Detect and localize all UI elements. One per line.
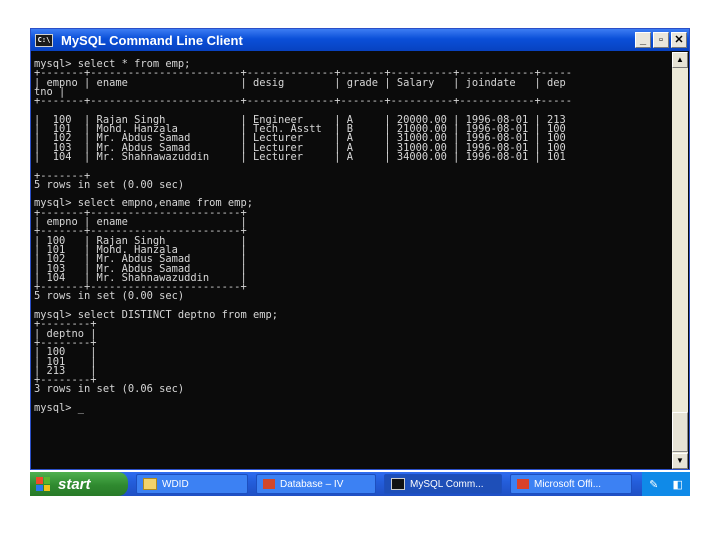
maximize-button[interactable]: ▫ bbox=[653, 32, 669, 48]
network-icon[interactable]: ✎ bbox=[649, 478, 658, 491]
console-icon bbox=[391, 478, 405, 490]
console-line: | 213 | bbox=[34, 364, 97, 377]
task-label: Database – IV bbox=[280, 478, 344, 490]
mysql-window: C:\ MySQL Command Line Client _ ▫ ✕ mysq… bbox=[30, 28, 690, 470]
task-mysql-client[interactable]: MySQL Comm... bbox=[384, 474, 502, 494]
task-microsoft-office[interactable]: Microsoft Offi... bbox=[510, 474, 632, 494]
folder-icon bbox=[143, 478, 157, 490]
task-label: Microsoft Offi... bbox=[534, 478, 602, 490]
task-wdid[interactable]: WDID bbox=[136, 474, 248, 494]
task-label: MySQL Comm... bbox=[410, 478, 484, 490]
window-title: MySQL Command Line Client bbox=[61, 32, 243, 48]
task-label: WDID bbox=[162, 478, 189, 490]
start-label: start bbox=[58, 475, 91, 493]
console-line: | deptno | bbox=[34, 327, 97, 340]
scroll-up-arrow-icon[interactable]: ▲ bbox=[672, 52, 688, 68]
console-line: +-------+------------------------+------… bbox=[34, 95, 572, 108]
console-line: | 101 | bbox=[34, 355, 97, 368]
console-line: 3 rows in set (0.06 sec) bbox=[34, 383, 185, 396]
console-line: | 104 | Mr. Shahnawazuddin | Lecturer | … bbox=[34, 150, 566, 163]
console-line: | empno | ename | desig | grade | Salary… bbox=[34, 76, 566, 89]
title-bar[interactable]: C:\ MySQL Command Line Client _ ▫ ✕ bbox=[31, 29, 689, 51]
scroll-thumb[interactable] bbox=[672, 412, 688, 452]
powerpoint-icon bbox=[263, 479, 275, 489]
windows-flag-icon bbox=[36, 477, 50, 491]
console-line: mysql> select DISTINCT deptno from emp; bbox=[34, 309, 278, 322]
console-line: +--------+ bbox=[34, 336, 97, 349]
close-button[interactable]: ✕ bbox=[671, 32, 687, 48]
volume-icon[interactable]: ◧ bbox=[673, 478, 683, 491]
taskbar: start WDID Database – IV MySQL Comm... M… bbox=[30, 472, 690, 496]
console-output[interactable]: mysql> select * from emp; +-------+------… bbox=[33, 52, 671, 468]
console-line: mysql> _ bbox=[34, 401, 85, 414]
console-line: | 100 | bbox=[34, 346, 97, 359]
console-line: 5 rows in set (0.00 sec) bbox=[34, 290, 185, 303]
start-button[interactable]: start bbox=[30, 472, 128, 496]
console-line: +--------+ bbox=[34, 318, 97, 331]
console-line: 5 rows in set (0.00 sec) bbox=[34, 178, 185, 191]
system-tray: ✎ ◧ bbox=[642, 472, 690, 496]
office-icon bbox=[517, 479, 529, 489]
console-app-icon: C:\ bbox=[35, 33, 53, 47]
minimize-button[interactable]: _ bbox=[635, 32, 651, 48]
scroll-down-arrow-icon[interactable]: ▼ bbox=[672, 453, 688, 469]
vertical-scrollbar[interactable]: ▲ ▼ bbox=[672, 52, 688, 469]
task-database-iv[interactable]: Database – IV bbox=[256, 474, 376, 494]
